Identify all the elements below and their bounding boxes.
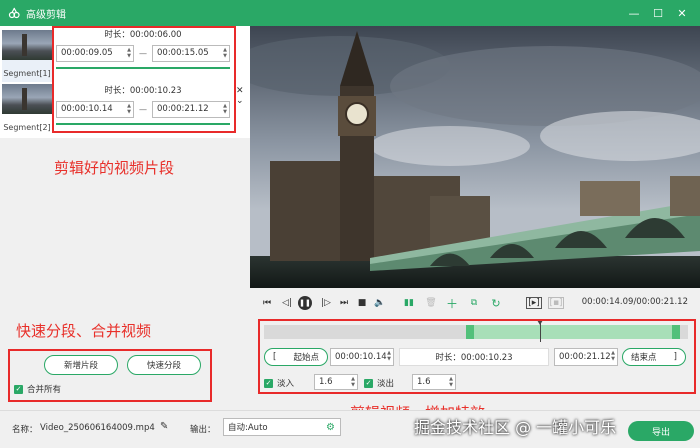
add-icon[interactable]: ＋	[446, 297, 458, 311]
mark-out-icon[interactable]: [▪]	[548, 297, 564, 309]
pause-icon[interactable]: ❚❚	[298, 296, 312, 310]
segment-preview-image	[2, 30, 52, 60]
segment-thumbnail-1[interactable]: Segment[1]	[2, 30, 52, 82]
copy-icon[interactable]: ⧉	[468, 297, 480, 309]
video-frame-image	[250, 26, 700, 288]
segment-label: Segment[1]	[3, 69, 51, 78]
output-label: 输出：	[190, 425, 216, 435]
segment-end-input[interactable]: 00:00:21.12 ▲ ▼	[152, 100, 230, 118]
checkmark-icon: ✓	[14, 384, 23, 394]
segment-progress-bar	[56, 123, 230, 125]
export-button[interactable]: 导出	[628, 421, 694, 441]
segment-list: Segment[1] 时长：00:00:06.00 00:00:09.05 ▲ ▼…	[0, 26, 250, 138]
close-window-button[interactable]: ✕	[670, 0, 694, 26]
window-title: 高级剪辑	[26, 9, 66, 21]
collapse-icon[interactable]: ⌄	[236, 96, 244, 106]
fade-out-input[interactable]: 1.6 ▲ ▼	[412, 374, 456, 390]
segment-label: Segment[2]	[3, 123, 51, 132]
skip-to-end-icon[interactable]: ⏭	[338, 297, 350, 309]
spin-arrows-icon[interactable]: ▲ ▼	[223, 46, 227, 61]
range-row: [ 起始点 00:00:10.14 ▲ ▼ 时长：00:00:10.23 00:0…	[264, 347, 688, 367]
quick-split-button[interactable]: 快速分段	[127, 355, 201, 375]
time-separator: —	[139, 104, 147, 114]
spin-arrows-icon[interactable]: ▲ ▼	[127, 46, 131, 61]
time-separator: —	[139, 48, 147, 58]
range-end-input[interactable]: 00:00:21.12 ▲ ▼	[554, 348, 618, 366]
new-segment-button[interactable]: 新增片段	[44, 355, 118, 375]
skip-to-start-icon[interactable]: ⏮	[261, 297, 273, 309]
range-start-input[interactable]: 00:00:10.14 ▲ ▼	[330, 348, 394, 366]
gear-icon[interactable]: ⚙	[326, 422, 337, 433]
volume-icon[interactable]: 🔈	[374, 297, 386, 309]
player-controls: ⏮ ◁| ❚❚ |▷ ⏭ ■ 🔈 ▮▮ 🗑 ＋ ⧉ ↻ [▸] [▪] 00:0…	[250, 288, 700, 318]
fade-in-input[interactable]: 1.6 ▲ ▼	[314, 374, 358, 390]
video-preview[interactable]	[250, 26, 700, 288]
refresh-icon[interactable]: ↻	[490, 297, 502, 310]
watermark-text: 掘金技术社区 @ 一罐小可乐	[414, 418, 617, 437]
remove-segment-icon[interactable]: ✕	[236, 86, 244, 96]
annotation-split-merge: 快速分段、合并视频	[16, 322, 152, 340]
timeline-track[interactable]	[264, 320, 688, 342]
minimize-button[interactable]: —	[622, 0, 646, 26]
segment-card-1: 时长：00:00:06.00 00:00:09.05 ▲ ▼ — 00:00:15…	[56, 28, 230, 78]
spin-arrows-icon[interactable]: ▲ ▼	[387, 350, 391, 362]
timeline-selection[interactable]	[466, 325, 680, 339]
playhead-marker[interactable]	[537, 320, 543, 342]
fade-row: ✓ 淡入 1.6 ▲ ▼ ✓ 淡出 1.6 ▲ ▼	[264, 374, 564, 392]
mark-in-icon[interactable]: [▸]	[526, 297, 542, 309]
file-name: Video_250606164009.mp4	[40, 423, 155, 433]
segment-card-2: 时长：00:00:10.23 00:00:10.14 ▲ ▼ — 00:00:21…	[56, 84, 230, 134]
spin-arrows-icon[interactable]: ▲ ▼	[351, 376, 355, 388]
edit-pencil-icon[interactable]: ✎	[160, 421, 168, 432]
segment-thumbnail-2[interactable]: Segment[2]	[2, 84, 52, 136]
segment-start-input[interactable]: 00:00:09.05 ▲ ▼	[56, 44, 134, 62]
app-logo-icon	[8, 7, 20, 19]
annotation-clips: 剪辑好的视频片段	[54, 159, 175, 177]
segment-start-input[interactable]: 00:00:10.14 ▲ ▼	[56, 100, 134, 118]
segment-duration: 时长：00:00:06.00	[104, 30, 182, 40]
set-end-button[interactable]: 结束点 ]	[622, 348, 686, 366]
frame-back-icon[interactable]: ◁|	[281, 297, 293, 309]
fade-out-checkbox[interactable]: ✓ 淡出	[364, 377, 394, 389]
segment-duration: 时长：00:00:10.23	[104, 86, 182, 96]
segment-progress-bar	[56, 67, 230, 69]
segment-preview-image	[2, 84, 52, 114]
split-icon[interactable]: ▮▮	[403, 297, 415, 309]
segment-end-input[interactable]: 00:00:15.05 ▲ ▼	[152, 44, 230, 62]
spin-arrows-icon[interactable]: ▲ ▼	[223, 102, 227, 117]
output-path-field[interactable]: 自动:Auto ⚙	[223, 418, 341, 436]
maximize-button[interactable]: ☐	[646, 0, 670, 26]
spin-arrows-icon[interactable]: ▲ ▼	[611, 350, 615, 362]
range-duration: 时长：00:00:10.23	[399, 348, 549, 366]
title-bar: 高级剪辑 — ☐ ✕	[0, 0, 700, 26]
merge-all-checkbox[interactable]: ✓ 合并所有	[14, 383, 61, 395]
stop-icon[interactable]: ■	[356, 297, 368, 309]
fade-in-checkbox[interactable]: ✓ 淡入	[264, 377, 294, 389]
time-readout: 00:00:14.09/00:00:21.12	[581, 297, 688, 307]
checkmark-icon: ✓	[364, 378, 373, 388]
segment-panel: Segment[1] 时长：00:00:06.00 00:00:09.05 ▲ ▼…	[0, 26, 250, 410]
spin-arrows-icon[interactable]: ▲ ▼	[449, 376, 453, 388]
delete-icon[interactable]: 🗑	[425, 297, 437, 309]
set-start-button[interactable]: [ 起始点	[264, 348, 328, 366]
name-label: 名称：	[12, 425, 38, 435]
checkmark-icon: ✓	[264, 378, 273, 388]
frame-forward-icon[interactable]: |▷	[320, 297, 332, 309]
spin-arrows-icon[interactable]: ▲ ▼	[127, 102, 131, 117]
